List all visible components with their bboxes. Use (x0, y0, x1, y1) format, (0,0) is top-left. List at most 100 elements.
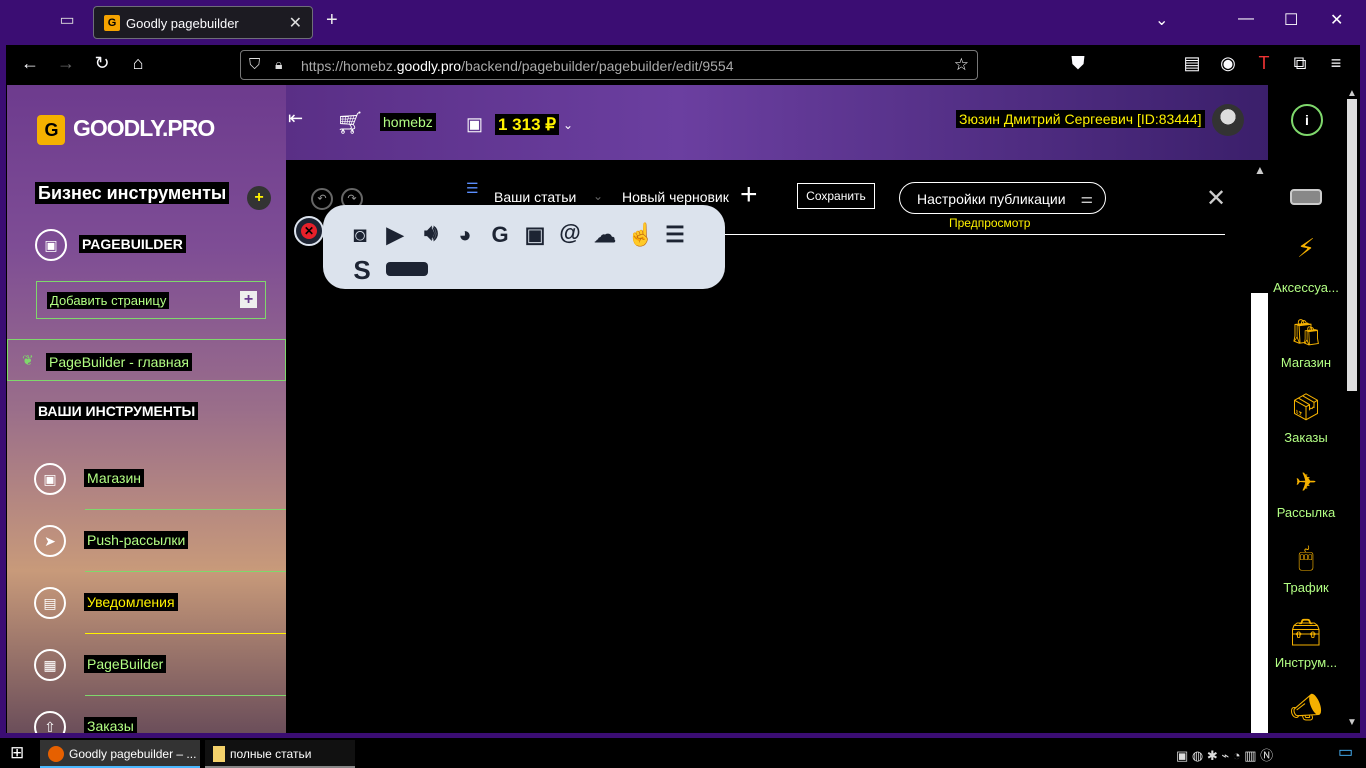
youtube-icon[interactable]: ▶ (382, 222, 408, 248)
divider (85, 633, 286, 634)
divider (85, 571, 286, 572)
audio-icon[interactable]: 🔊︎ (418, 220, 444, 246)
new-tab-icon[interactable]: + (326, 9, 338, 32)
accessories-icon[interactable]: ⚡︎ (1268, 233, 1344, 264)
list-icon[interactable]: ☰ (466, 180, 479, 197)
preview-link[interactable]: Предпросмотр (949, 216, 1030, 230)
pocket-icon[interactable]: ⛊ (1066, 53, 1090, 74)
articles-dropdown[interactable]: Ваши статьи (494, 189, 576, 205)
tab-list-icon[interactable]: ▭ (56, 10, 78, 32)
right-item-accessories[interactable]: Аксессуа... (1268, 280, 1344, 295)
editor-scrollbar[interactable] (1251, 293, 1268, 733)
close-editor-icon[interactable]: ✕ (1206, 184, 1226, 213)
contact-icon[interactable]: ▣ (522, 222, 548, 248)
button-widget-icon[interactable] (386, 262, 428, 276)
right-item-orders[interactable]: Заказы (1268, 430, 1344, 445)
toggle-icon[interactable] (1290, 189, 1322, 205)
right-item-traffic[interactable]: Трафик (1268, 580, 1344, 595)
taskbar-app-firefox[interactable]: Goodly pagebuilder – ... (40, 740, 200, 768)
right-item-shop[interactable]: Магазин (1268, 355, 1344, 370)
collapse-sidebar-icon[interactable]: ⇤ (288, 108, 303, 129)
scroll-thumb[interactable] (1347, 99, 1357, 391)
scroll-down-arrow-icon[interactable]: ▼ (1347, 717, 1357, 728)
url-text: https://homebz.goodly.pro/backend/pagebu… (301, 58, 734, 74)
address-bar[interactable]: ⛉ 🔒︎ https://homebz.goodly.pro/backend/p… (240, 50, 978, 80)
home-icon[interactable]: ⌂ (126, 53, 150, 74)
toolbox-icon[interactable]: 🧰︎ (1268, 617, 1344, 648)
avatar[interactable] (1212, 104, 1244, 136)
reload-icon[interactable]: ↻ (90, 53, 114, 74)
right-item-tools[interactable]: Инструм... (1268, 655, 1344, 670)
browser-tab[interactable]: G Goodly pagebuilder ✕ (93, 6, 313, 39)
mailing-plane-icon[interactable]: ✈︎ (1268, 467, 1344, 498)
cart-icon[interactable]: 🛒︎ (336, 110, 364, 136)
wallet-icon[interactable]: ▣ (466, 114, 483, 135)
toolbar-divider (725, 234, 1225, 235)
minimize-icon[interactable]: — (1238, 10, 1254, 28)
sidebar-item-pagebuilder[interactable]: PageBuilder (84, 655, 167, 673)
window-border-left (0, 45, 6, 738)
pagebuilder-heading[interactable]: PAGEBUILDER (79, 235, 186, 253)
taskbar-app-folder[interactable]: полные статьи (205, 740, 355, 768)
menu-icon[interactable]: ≡ (1324, 53, 1348, 74)
account-icon[interactable]: ◉ (1216, 53, 1240, 74)
info-icon[interactable]: i (1291, 104, 1323, 136)
upload-cloud-icon[interactable]: ☁ (592, 222, 618, 248)
add-tool-icon[interactable]: + (247, 186, 271, 210)
logo[interactable]: G GOODLY.PRO (37, 115, 215, 145)
shop-bag-icon[interactable]: 🛍︎ (1268, 317, 1344, 348)
lock-icon[interactable]: 🔒︎ (275, 56, 282, 73)
back-icon[interactable]: ← (18, 53, 42, 74)
page-scrollbar[interactable]: ▲ ▼ (1344, 85, 1360, 733)
tab-overflow-chevron-icon[interactable]: ⌄ (1155, 10, 1168, 30)
site-link[interactable]: homebz (380, 113, 436, 131)
extension-t-icon[interactable]: T (1252, 53, 1276, 74)
divider-block-icon[interactable]: ☰ (662, 222, 688, 248)
click-hand-icon[interactable]: ☝ (627, 222, 654, 248)
windows-start-icon[interactable]: ⊞ (10, 743, 24, 763)
sidebar-item-push[interactable]: Push-рассылки (84, 531, 189, 549)
tray-icons[interactable]: ▣ ◍ ✱ ⌁ ◔ ▥ Ⓝ (1176, 745, 1273, 764)
right-item-mailing[interactable]: Рассылка (1268, 505, 1344, 520)
sidebar-item-orders[interactable]: Заказы (84, 717, 137, 733)
email-icon[interactable]: @ (557, 220, 583, 246)
save-button[interactable]: Сохранить (797, 183, 875, 209)
goodly-favicon-icon: G (104, 15, 120, 31)
goodly-bag-icon[interactable]: G (487, 222, 513, 248)
chart-icon[interactable]: ◕ (452, 222, 478, 248)
shield-icon[interactable]: ⛉ (249, 56, 260, 73)
traffic-mouse-icon[interactable]: 🖱︎ (1268, 542, 1344, 574)
sidebar-item-shop[interactable]: Магазин (84, 469, 145, 487)
sidebar-item-notifications[interactable]: Уведомления (84, 593, 178, 611)
close-picker-button[interactable]: ✕ (294, 216, 324, 246)
add-draft-icon[interactable]: + (740, 180, 758, 210)
close-tab-icon[interactable]: ✕ (289, 13, 302, 33)
notification-icon: ▤ (34, 587, 66, 619)
close-window-icon[interactable]: ✕ (1330, 10, 1343, 30)
reader-icon[interactable]: ▤ (1180, 53, 1204, 74)
maximize-icon[interactable]: ☐ (1284, 10, 1298, 30)
megaphone-icon[interactable]: 📣︎ (1268, 692, 1344, 723)
camera-icon[interactable]: ◙ (347, 222, 373, 248)
new-draft-button[interactable]: Новый черновик (622, 189, 729, 205)
balance[interactable]: 1 313 ₽ (495, 114, 560, 135)
scroll-up-arrow-icon[interactable]: ▲ (1347, 88, 1357, 99)
extensions-icon[interactable]: ⧉ (1288, 53, 1312, 74)
sidebar: G GOODLY.PRO Бизнес инструменты + ▣ PAGEB… (7, 85, 286, 733)
active-page-item[interactable]: ❦ PageBuilder - главная (7, 339, 286, 381)
undo-icon[interactable]: ↶ (311, 188, 333, 210)
add-page-button[interactable]: Добавить страницу + (36, 281, 266, 319)
logo-g-icon: G (37, 115, 65, 145)
widget-picker: ◙ ▶ 🔊︎ ◕ G ▣ @ ☁ ☝ ☰ S (323, 205, 725, 289)
orders-box-icon[interactable]: 📦︎ (1268, 392, 1344, 423)
bookmark-star-icon[interactable]: ☆ (954, 55, 969, 75)
forward-icon[interactable]: → (54, 53, 78, 74)
s-icon[interactable]: S (349, 257, 375, 283)
publish-settings-button[interactable]: Настройки публикации ⚌ (899, 182, 1106, 214)
balance-chevron-icon[interactable]: ⌄ (563, 118, 573, 132)
user-name[interactable]: Зюзин Дмитрий Сергеевич [ID:83444] (956, 110, 1205, 128)
articles-chevron-icon[interactable]: ⌄ (593, 189, 603, 203)
divider (85, 509, 286, 510)
scroll-up-icon[interactable]: ▲ (1254, 163, 1266, 177)
notifications-icon[interactable]: ▭ (1338, 742, 1360, 764)
